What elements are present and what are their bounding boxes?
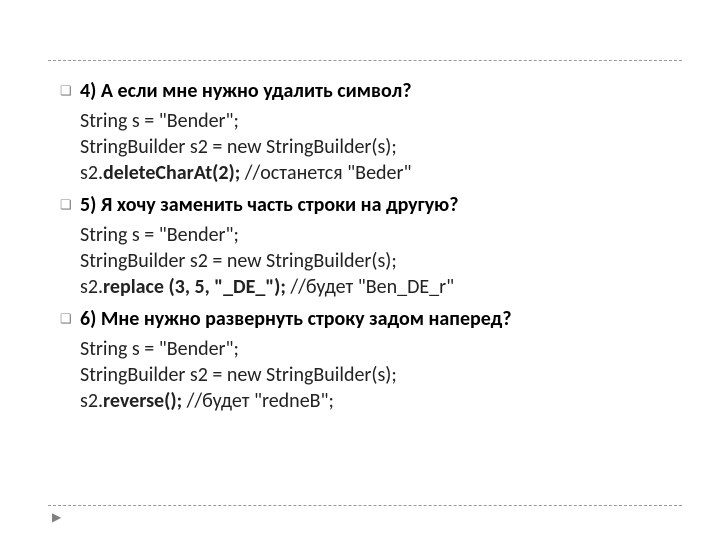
bottom-rule [48,505,682,506]
code-line: String s = "Bender"; [80,222,680,248]
code-line: s2.replace (3, 5, "_DE_"); //будет "Ben_… [80,274,680,300]
content-area: ❏ 4) А если мне нужно удалить символ? St… [60,78,680,420]
nav-arrow-icon: ▶ [52,510,61,525]
item-heading: 6) Мне нужно развернуть строку задом нап… [80,306,511,332]
code-text: StringBuilder s2 = new StringBuilder(s); [80,135,397,159]
code-line: StringBuilder s2 = new StringBuilder(s); [80,362,680,388]
code-text: StringBuilder s2 = new StringBuilder(s); [80,363,397,387]
list-item: ❏ 6) Мне нужно развернуть строку задом н… [60,306,680,414]
code-text: s2. [80,161,103,185]
bullet-icon: ❏ [60,312,80,329]
code-line: s2.reverse(); //будет "redneB"; [80,388,680,414]
bullet-icon: ❏ [60,198,80,215]
code-line: StringBuilder s2 = new StringBuilder(s); [80,248,680,274]
code-line: String s = "Bender"; [80,108,680,134]
code-block: String s = "Bender"; StringBuilder s2 = … [80,108,680,186]
item-heading: 4) А если мне нужно удалить символ? [80,78,411,104]
code-line: StringBuilder s2 = new StringBuilder(s); [80,134,680,160]
code-text: //останется "Beder" [240,161,411,185]
bullet-row: ❏ 4) А если мне нужно удалить символ? [60,78,680,104]
item-heading: 5) Я хочу заменить часть строки на другу… [80,192,459,218]
code-text: //будет "redneB"; [182,389,334,413]
code-text: s2. [80,389,103,413]
slide: ❏ 4) А если мне нужно удалить символ? St… [0,0,720,540]
bullet-row: ❏ 5) Я хочу заменить часть строки на дру… [60,192,680,218]
code-bold: deleteCharAt(2); [103,161,240,185]
code-text: String s = "Bender"; [80,337,239,361]
code-line: s2.deleteCharAt(2); //останется "Beder" [80,160,680,186]
top-rule [48,60,682,61]
code-text: String s = "Bender"; [80,223,239,247]
code-text: String s = "Bender"; [80,109,239,133]
list-item: ❏ 4) А если мне нужно удалить символ? St… [60,78,680,186]
code-bold: reverse(); [103,389,182,413]
code-text: //будет "Ben_DE_r" [286,275,454,299]
code-block: String s = "Bender"; StringBuilder s2 = … [80,336,680,414]
code-text: StringBuilder s2 = new StringBuilder(s); [80,249,397,273]
bullet-row: ❏ 6) Мне нужно развернуть строку задом н… [60,306,680,332]
bullet-icon: ❏ [60,84,80,101]
list-item: ❏ 5) Я хочу заменить часть строки на дру… [60,192,680,300]
code-bold: replace (3, 5, "_DE_"); [103,275,286,299]
code-block: String s = "Bender"; StringBuilder s2 = … [80,222,680,300]
code-line: String s = "Bender"; [80,336,680,362]
code-text: s2. [80,275,103,299]
